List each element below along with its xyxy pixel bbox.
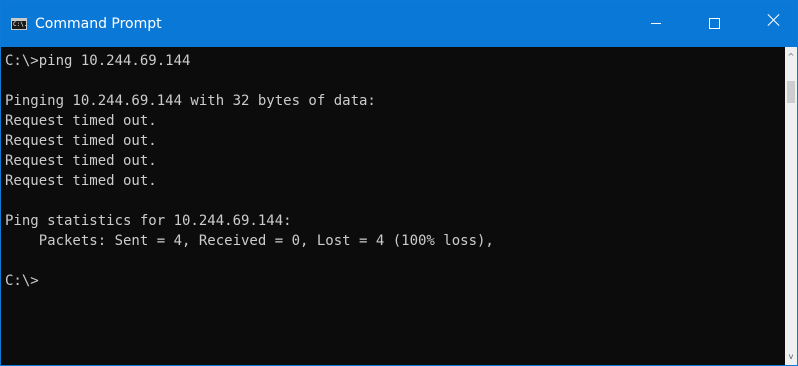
command-prompt-line[interactable]: C:\> [5,271,785,291]
console-line: Request timed out. [5,173,157,189]
console-line: Packets: Sent = 4, Received = 0, Lost = … [5,233,494,249]
console-line: C:\>ping 10.244.69.144 [5,53,191,69]
vertical-scrollbar[interactable]: ^ v [785,47,797,365]
command-prompt-window: C:\. Command Prompt C:\>ping 10.244.69.1… [0,0,798,366]
close-icon [767,13,781,27]
console-line: Request timed out. [5,153,157,169]
cmd-icon[interactable]: C:\. [11,18,27,30]
console-line: Request timed out. [5,113,157,129]
minimize-icon [651,23,661,24]
console-line: Request timed out. [5,133,157,149]
scroll-down-arrow-icon[interactable]: v [785,349,797,365]
scroll-thumb[interactable] [787,81,795,103]
title-bar[interactable]: C:\. Command Prompt [1,1,797,47]
scroll-up-arrow-icon[interactable]: ^ [785,49,797,65]
window-title: Command Prompt [35,16,162,32]
console-output[interactable]: C:\>ping 10.244.69.144 Pinging 10.244.69… [1,47,785,365]
cmd-icon-glyph: C:\. [13,21,28,28]
console-line: Ping statistics for 10.244.69.144: [5,213,292,229]
maximize-icon [709,18,720,29]
maximize-button[interactable] [691,1,737,47]
minimize-button[interactable] [633,1,679,47]
close-button[interactable] [751,1,797,47]
console-line: Pinging 10.244.69.144 with 32 bytes of d… [5,93,376,109]
